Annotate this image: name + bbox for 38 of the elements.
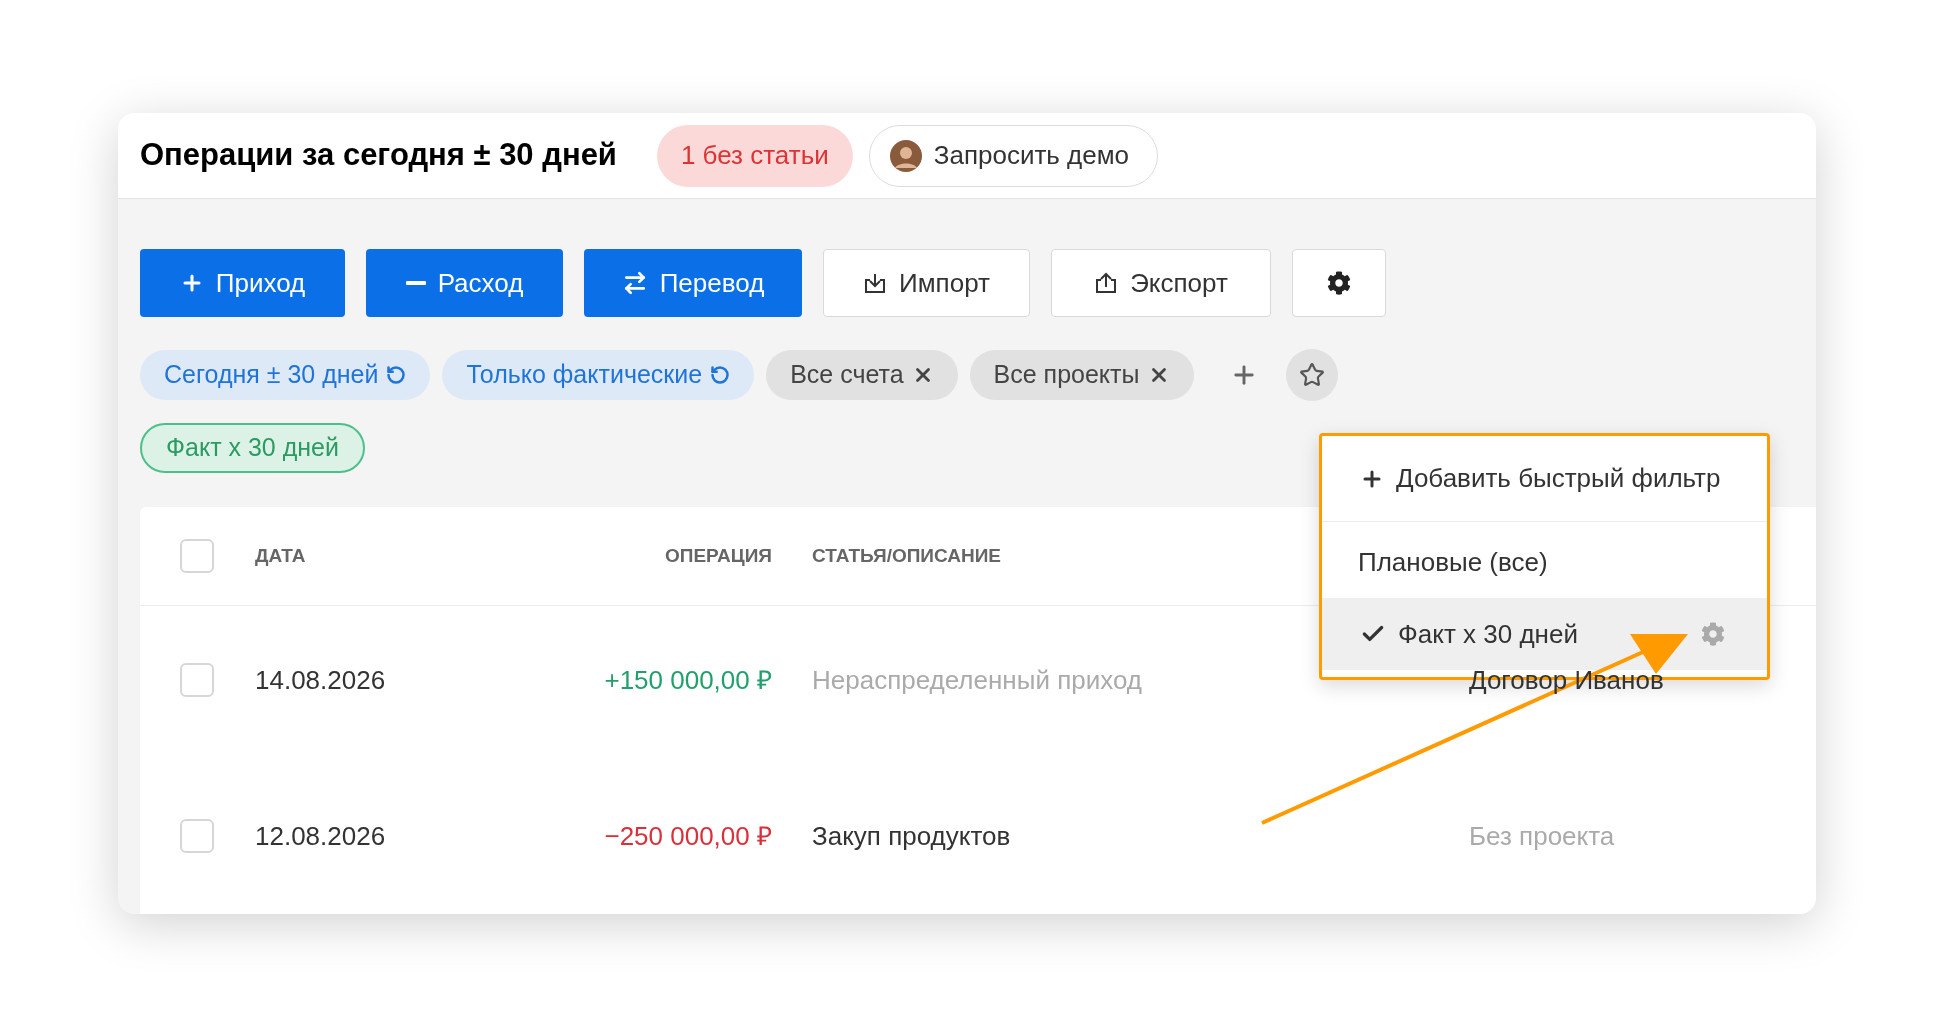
star-icon [1298, 362, 1325, 388]
transfer-button[interactable]: Перевод [584, 249, 802, 317]
filter-chip[interactable]: Все проекты [969, 350, 1194, 400]
column-header: ОПЕРАЦИЯ [663, 543, 772, 568]
filter-chip[interactable]: Все счета [766, 350, 958, 400]
avatar-icon [889, 139, 922, 172]
page-title: Операции за сегодня ± 30 дней [140, 136, 617, 175]
warning-badge[interactable]: 1 без статьи [656, 124, 853, 187]
amount-cell-text: +150 000,00 ₽ [603, 663, 772, 697]
checkbox[interactable] [180, 819, 214, 853]
reset-icon [710, 365, 731, 385]
filter-chip[interactable]: Только фактические [442, 350, 755, 400]
description-cell-text: Закуп продуктов [812, 819, 1012, 853]
description-cell-text: Нераспределенный приход [812, 663, 1143, 697]
export-button[interactable]: Экспорт [1051, 249, 1271, 317]
settings-icon [1327, 271, 1351, 295]
import-button[interactable]: Импорт [823, 249, 1030, 317]
column-header: ДАТА [255, 543, 307, 568]
settings-icon[interactable] [1701, 622, 1725, 646]
minus-icon [405, 281, 426, 285]
expense-button[interactable]: Расход [366, 249, 563, 317]
reset-icon [386, 365, 407, 385]
column-header: СТАТЬЯ/ОПИСАНИЕ [812, 543, 1002, 568]
download-icon [863, 272, 888, 294]
filter-chip[interactable]: Сегодня ± 30 дней [140, 350, 431, 400]
settings-button[interactable] [1292, 249, 1386, 317]
request-demo-button[interactable]: Запросить демо [868, 124, 1159, 187]
upload-icon [1094, 272, 1119, 294]
checkbox[interactable] [180, 539, 214, 573]
menu-item[interactable]: Плановые (все) [1322, 526, 1767, 598]
date-cell-text: 12.08.2026 [255, 819, 387, 853]
checkbox[interactable] [180, 663, 214, 697]
date-cell-text: 14.08.2026 [255, 663, 387, 697]
income-button[interactable]: Приход [140, 249, 345, 317]
menu-item[interactable]: Факт х 30 дней [1322, 598, 1767, 670]
project-cell-text: Без проекта [1469, 819, 1615, 853]
add-quick-filter-item[interactable]: Добавить быстрый фильтр [1322, 436, 1767, 522]
amount-cell-text: −250 000,00 ₽ [603, 819, 772, 853]
